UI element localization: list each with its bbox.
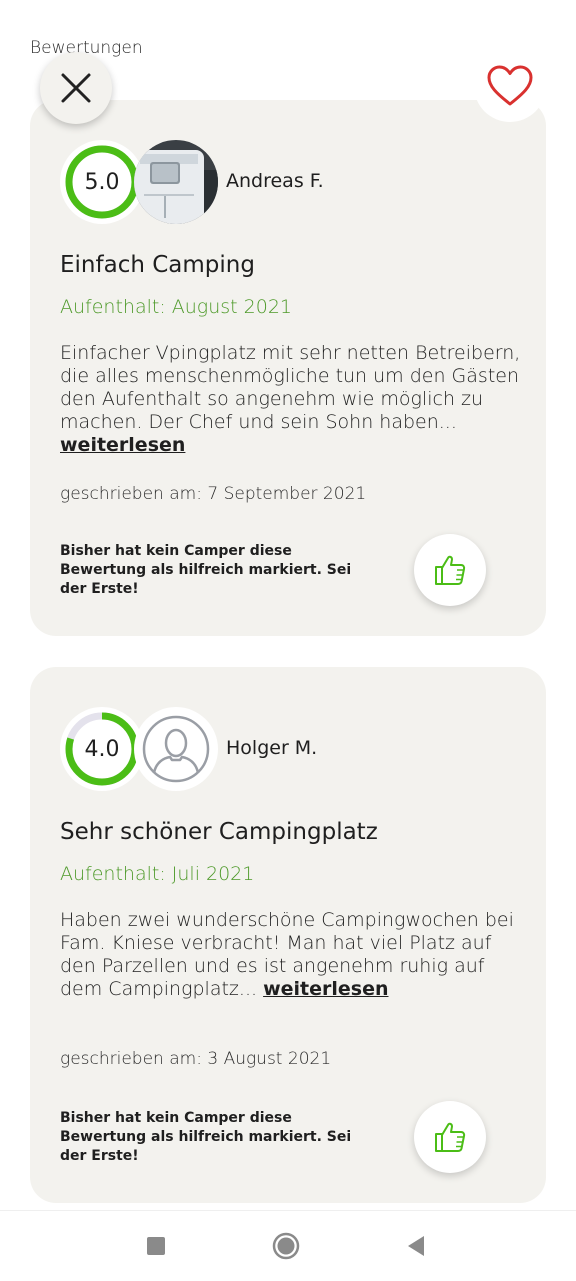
default-user-avatar-icon [142, 715, 210, 783]
circle-home-icon [272, 1232, 300, 1260]
rating-badge: 5.0 [60, 140, 144, 224]
helpful-note: Bisher hat kein Camper diese Bewertung a… [60, 543, 352, 597]
stay-date: Aufenthalt: Juli 2021 [60, 863, 255, 885]
review-excerpt: Einfacher Vpingplatz mit sehr netten Bet… [60, 342, 521, 433]
heart-outline-icon [487, 65, 533, 106]
favorite-button[interactable] [474, 50, 546, 122]
close-button[interactable] [40, 52, 112, 124]
rating-value: 5.0 [84, 169, 120, 195]
helpful-button[interactable] [414, 1101, 486, 1173]
thumbs-up-icon [435, 555, 466, 585]
review-title: Sehr schöner Campingplatz [60, 819, 378, 845]
written-date: geschrieben am: 7 September 2021 [60, 484, 367, 504]
review-card: 4.0 Holger M. Sehr schöner Campingplatz … [30, 667, 546, 1203]
stay-date: Aufenthalt: August 2021 [60, 296, 292, 318]
review-text: Haben zwei wunderschöne Campingwochen be… [60, 909, 530, 1001]
home-button[interactable] [266, 1211, 306, 1281]
read-more-link[interactable]: weiterlesen [60, 434, 185, 456]
square-recents-icon [147, 1237, 165, 1255]
rating-value: 4.0 [84, 736, 120, 762]
review-card: 5.0 Andreas F. Einfach Camping Aufenthal… [30, 100, 546, 636]
reviewer-name: Andreas F. [226, 170, 324, 192]
written-date: geschrieben am: 3 August 2021 [60, 1049, 332, 1069]
system-nav-bar [0, 1210, 576, 1281]
back-button[interactable] [396, 1211, 436, 1281]
close-icon [61, 73, 91, 103]
rating-badge: 4.0 [60, 707, 144, 791]
helpful-button[interactable] [414, 534, 486, 606]
caravan-photo-icon [134, 140, 218, 224]
triangle-back-icon [408, 1236, 424, 1256]
review-text: Einfacher Vpingplatz mit sehr netten Bet… [60, 342, 530, 457]
read-more-link[interactable]: weiterlesen [263, 978, 388, 1000]
avatar[interactable] [134, 707, 218, 791]
thumbs-up-icon [435, 1122, 466, 1152]
reviewer-name: Holger M. [226, 737, 318, 759]
recents-button[interactable] [136, 1211, 176, 1281]
review-title: Einfach Camping [60, 252, 255, 278]
helpful-note: Bisher hat kein Camper diese Bewertung a… [60, 1110, 352, 1164]
avatar[interactable] [134, 140, 218, 224]
